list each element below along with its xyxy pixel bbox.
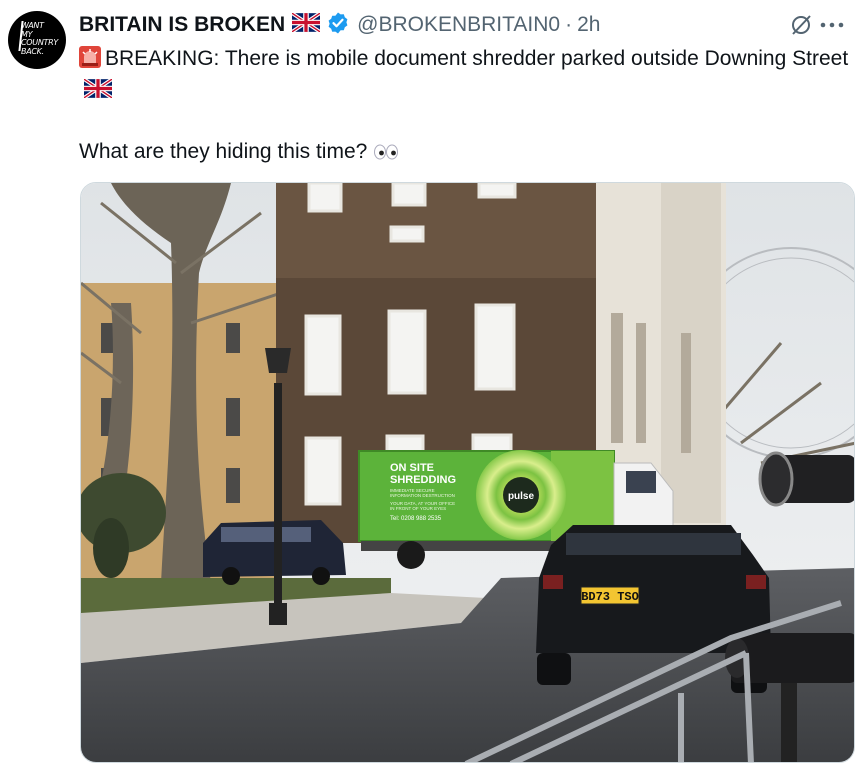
number-plate: BD73 TSO — [581, 590, 639, 604]
author-name[interactable]: BRITAIN IS BROKEN — [79, 13, 285, 37]
siren-icon — [79, 46, 101, 77]
post-text-line-1: BREAKING: There is mobile document shred… — [79, 44, 859, 107]
grok-icon[interactable] — [790, 14, 812, 41]
post-text-breaking: BREAKING: There is mobile document shred… — [105, 47, 849, 70]
logo-line-4: BACK. — [21, 46, 44, 56]
more-icon[interactable] — [819, 14, 845, 41]
post-text-question: What are they hiding this time? — [79, 140, 368, 164]
truck-phone: Tel: 0208 988 2535 — [390, 516, 442, 522]
uk-flag-icon — [291, 11, 322, 37]
avatar[interactable]: WANT MY COUNTRY BACK. — [8, 11, 66, 69]
post-time[interactable]: 2h — [577, 13, 600, 37]
truck-brand-logo: pulse — [508, 491, 535, 502]
post-text-line-2: What are they hiding this time? — [79, 137, 859, 169]
truck-small-4: IN FRONT OF YOUR EYES — [390, 506, 446, 511]
author-handle[interactable]: @BROKENBRITAIN0 — [357, 13, 560, 37]
truck-small-2: INFORMATION DESTRUCTION — [390, 493, 455, 498]
truck-text-2: SHREDDING — [390, 474, 456, 486]
separator-dot: · — [565, 13, 573, 36]
verified-badge-icon[interactable] — [326, 11, 350, 40]
eyes-icon — [373, 139, 399, 169]
truck-text-1: ON SITE — [390, 462, 434, 474]
uk-flag-icon — [82, 77, 114, 107]
avatar-logo: WANT MY COUNTRY BACK. — [21, 21, 58, 56]
post-photo[interactable]: pulse ON SITE SHREDDING IMMEDIATE SECURE… — [80, 182, 855, 763]
post-text: BREAKING: There is mobile document shred… — [79, 44, 859, 169]
post-header: BRITAIN IS BROKEN @BROKENBRITAIN0 · 2h — [79, 11, 600, 39]
